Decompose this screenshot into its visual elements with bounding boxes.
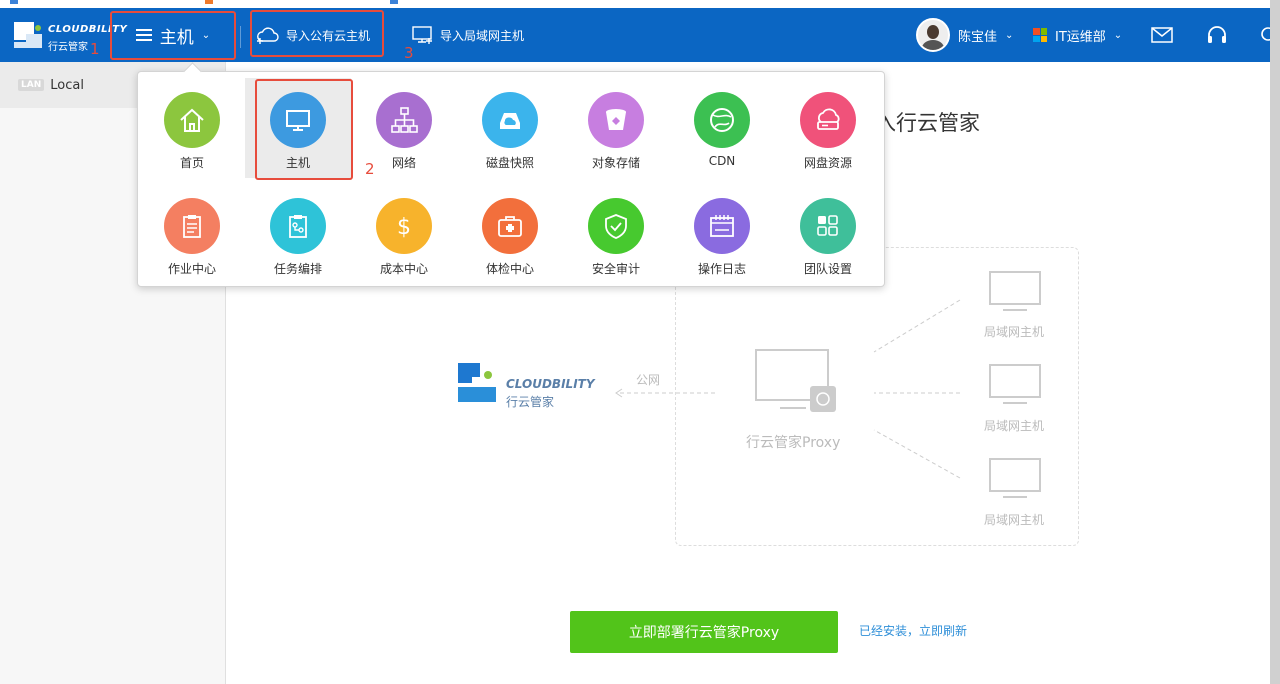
menu-item-cdn[interactable]: CDN xyxy=(669,78,775,178)
menu-item-label: 网络 xyxy=(391,156,416,170)
logo-cn-text: 行云管家 xyxy=(48,42,88,53)
menu-item-label: CDN xyxy=(708,154,736,168)
main-menu-dropdown: 首页 主机 网络 磁盘快照 对象存储 CDN 网盘资源 作业中心 任务编排 $ … xyxy=(137,71,885,287)
lan-host-label: 局域网主机 xyxy=(984,513,1045,527)
menu-item-team-settings[interactable]: 团队设置 xyxy=(775,184,881,284)
dollar-icon: $ xyxy=(376,198,432,254)
window-edge xyxy=(1270,0,1280,684)
menu-item-security-audit[interactable]: 安全审计 xyxy=(563,184,669,284)
menu-item-label: 作业中心 xyxy=(167,262,216,276)
diagram-brand: CLOUDBILITY xyxy=(506,377,595,391)
annotation-number-3: 3 xyxy=(404,44,414,62)
menu-item-operation-log[interactable]: 操作日志 xyxy=(669,184,775,284)
import-lan-host-label: 导入局域网主机 xyxy=(440,28,525,43)
calendar-icon xyxy=(694,198,750,254)
svg-text:$: $ xyxy=(397,215,411,240)
menu-item-label: 对象存储 xyxy=(591,156,640,170)
headset-icon[interactable] xyxy=(1206,25,1228,45)
menu-item-label: 磁盘快照 xyxy=(485,156,534,170)
import-lan-host-link[interactable]: 导入局域网主机 xyxy=(412,12,524,58)
team-name: IT运维部 xyxy=(1055,29,1106,45)
menu-item-cost-center[interactable]: $ 成本中心 xyxy=(351,184,457,284)
shield-icon xyxy=(588,198,644,254)
menu-item-task-orchestration[interactable]: 任务编排 xyxy=(245,184,351,284)
clipboard-icon xyxy=(164,198,220,254)
user-menu[interactable]: 陈宝佳 ⌄ xyxy=(916,16,1013,54)
team-logo-icon xyxy=(1033,28,1047,42)
cloudbility-diagram-logo-icon xyxy=(458,363,496,402)
lan-host-label: 局域网主机 xyxy=(984,325,1045,339)
chevron-down-icon: ⌄ xyxy=(1005,29,1014,41)
avatar xyxy=(916,18,950,52)
menu-item-label: 任务编排 xyxy=(273,262,322,276)
menu-item-label: 安全审计 xyxy=(591,262,640,276)
flow-icon xyxy=(270,198,326,254)
annotation-box-1 xyxy=(110,11,236,60)
cloud-drive-icon xyxy=(800,92,856,148)
lan-host-label: 局域网主机 xyxy=(984,419,1045,433)
sidebar-item-label: Local xyxy=(50,77,84,93)
network-icon xyxy=(376,92,432,148)
public-net-label: 公网 xyxy=(636,373,661,387)
refresh-link[interactable]: 已经安装，立即刷新 xyxy=(859,622,967,639)
cloudbility-logo[interactable]: CLOUDBILITY 行云管家 xyxy=(12,18,127,54)
mail-icon[interactable] xyxy=(1151,25,1173,45)
menu-item-label: 体检中心 xyxy=(485,262,534,276)
user-name: 陈宝佳 xyxy=(958,29,998,45)
team-menu[interactable]: IT运维部 ⌄ xyxy=(1033,16,1122,54)
search-icon[interactable] xyxy=(1258,25,1270,45)
menu-item-label: 操作日志 xyxy=(697,262,746,276)
menu-item-job-center[interactable]: 作业中心 xyxy=(139,184,245,284)
menu-item-cloud-drive[interactable]: 网盘资源 xyxy=(775,78,881,178)
grid-icon xyxy=(800,198,856,254)
menu-item-label: 团队设置 xyxy=(803,262,852,276)
chevron-down-icon: ⌄ xyxy=(1113,29,1123,41)
menu-item-health-check[interactable]: 体检中心 xyxy=(457,184,563,284)
logo-mark-icon xyxy=(14,22,42,48)
proxy-label: 行云管家Proxy xyxy=(746,435,841,451)
bucket-icon xyxy=(588,92,644,148)
page-title: 入行云管家 xyxy=(875,111,980,135)
annotation-box-3 xyxy=(250,10,384,57)
menu-item-label: 首页 xyxy=(179,156,204,170)
annotation-number-1: 1 xyxy=(90,40,100,58)
browser-top-strip xyxy=(0,0,1280,8)
menu-item-disk-snapshot[interactable]: 磁盘快照 xyxy=(457,78,563,178)
disk-icon xyxy=(482,92,538,148)
menu-item-home[interactable]: 首页 xyxy=(139,78,245,178)
deploy-proxy-button[interactable]: 立即部署行云管家Proxy xyxy=(570,611,838,653)
annotation-box-2 xyxy=(255,79,353,180)
header-divider xyxy=(240,26,241,48)
monitor-add-icon xyxy=(412,26,432,44)
menu-item-object-storage[interactable]: 对象存储 xyxy=(563,78,669,178)
globe-icon xyxy=(694,92,750,148)
home-icon xyxy=(164,92,220,148)
menu-item-label: 网盘资源 xyxy=(803,156,852,170)
medkit-icon xyxy=(482,198,538,254)
lan-badge: LAN xyxy=(18,79,45,91)
menu-item-label: 成本中心 xyxy=(379,262,428,276)
diagram-brand-cn: 行云管家 xyxy=(506,395,555,409)
annotation-number-2: 2 xyxy=(365,160,375,178)
